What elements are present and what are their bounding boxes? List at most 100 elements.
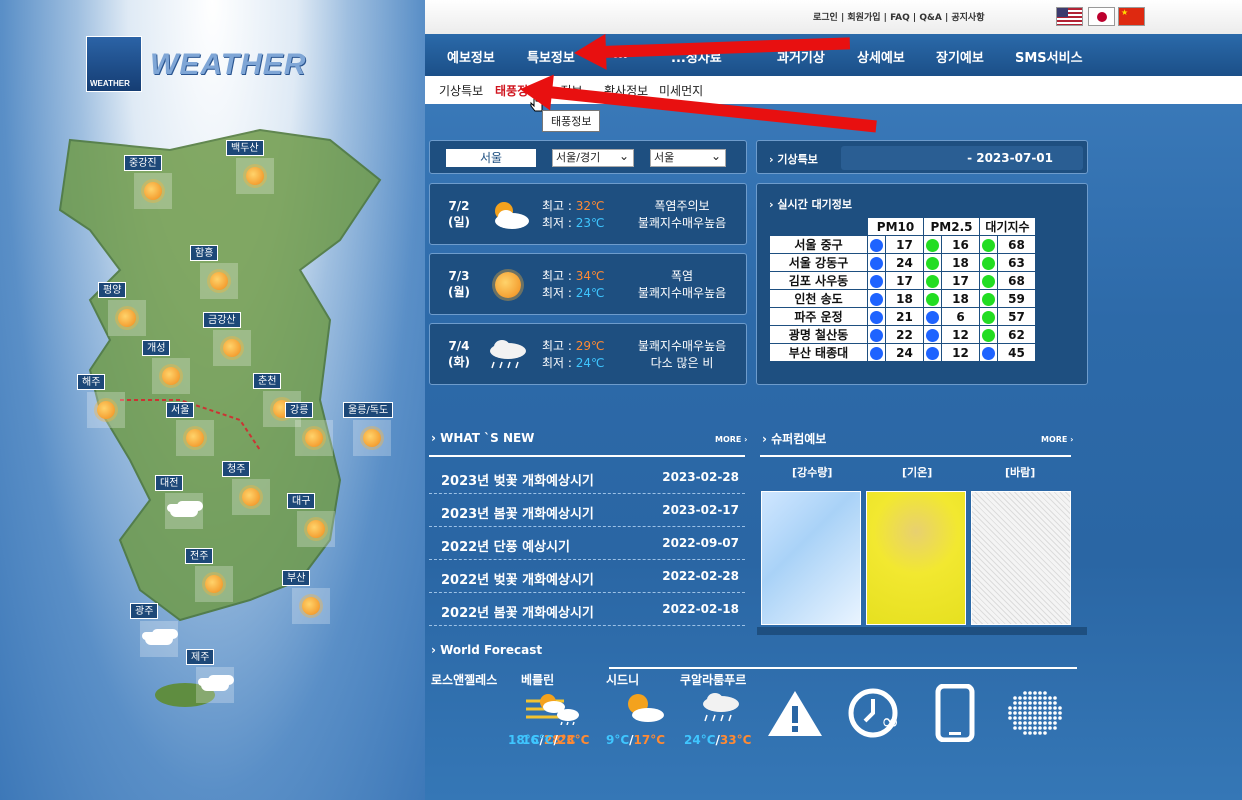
city-select[interactable]: 서울	[650, 148, 726, 167]
city-marker[interactable]: 제주	[186, 649, 244, 707]
city-marker[interactable]: 광주	[130, 603, 188, 661]
menu-detail-forecast[interactable]: 상세예보	[857, 47, 905, 66]
news-date: 2023-02-28	[662, 470, 739, 484]
forecast-low-value: 23℃	[575, 216, 605, 230]
menu-forecast[interactable]: 예보정보	[447, 47, 495, 66]
site-logo[interactable]: WEATHER WEATHER	[86, 36, 306, 94]
menu-sms[interactable]: SMS서비스	[1015, 47, 1083, 66]
forecast-note-1: 폭염	[670, 269, 694, 283]
cloud-icon	[145, 633, 173, 645]
super-more-link[interactable]: MORE ›	[1041, 435, 1073, 444]
mobile-phone-icon[interactable]	[925, 683, 985, 743]
forecast-low-label: 최저 :	[542, 286, 576, 300]
air-level-dot-cell	[923, 271, 942, 290]
city-marker[interactable]: 백두산	[226, 140, 284, 198]
warning-label-text: 기상특보	[777, 153, 818, 166]
city-marker[interactable]: 해주	[77, 374, 135, 432]
city-marker[interactable]: 금강산	[203, 312, 261, 370]
utility-links[interactable]: 로그인 | 회원가입 | FAQ | Q&A | 공지사항	[813, 10, 985, 23]
air-level-dot	[982, 310, 995, 324]
wind-map-thumbnail[interactable]	[971, 491, 1071, 625]
top-bar: 로그인 | 회원가입 | FAQ | Q&A | 공지사항 ★	[425, 0, 1242, 34]
submenu-fine-dust[interactable]: 미세먼지	[659, 82, 703, 99]
menu-long-range[interactable]: 장기예보	[936, 47, 984, 66]
air-row[interactable]: 파주 운정 21 6 57	[769, 307, 1036, 326]
partly-cloudy-icon	[484, 198, 532, 232]
city-marker[interactable]: 부산	[282, 570, 340, 628]
air-value: 24	[885, 343, 924, 362]
city-marker[interactable]: 개성	[142, 340, 200, 398]
world-city-name[interactable]: 로스앤젤레스	[431, 671, 497, 688]
city-label: 대구	[287, 493, 316, 509]
forecast-date: 7/3 (월)	[442, 268, 476, 300]
submenu-weather-warning[interactable]: 기상특보	[439, 82, 483, 99]
logo-box: WEATHER	[86, 36, 142, 92]
city-weather	[152, 358, 190, 394]
air-level-dot	[982, 256, 995, 270]
city-marker[interactable]: 중강진	[124, 155, 182, 213]
news-title[interactable]: 2022년 벚꽃 개화예상시기	[441, 569, 594, 588]
air-station-name: 서울 중구	[769, 235, 868, 254]
temp-map-thumbnail[interactable]	[866, 491, 966, 625]
japan-flag-icon[interactable]	[1088, 7, 1115, 26]
air-row[interactable]: 서울 강동구 24 18 63	[769, 253, 1036, 272]
air-value: 68	[997, 235, 1036, 254]
news-item[interactable]: 2022년 봄꽃 개화예상시기 2022-02-18	[429, 593, 745, 626]
world-temp-low: 9°C	[606, 733, 630, 747]
precip-map-thumbnail[interactable]	[761, 491, 861, 625]
news-more-link[interactable]: MORE ›	[715, 435, 747, 444]
world-city-name[interactable]: 베를린	[521, 671, 554, 688]
news-title[interactable]: 2022년 단풍 예상시기	[441, 536, 570, 555]
news-title[interactable]: 2022년 봄꽃 개화예상시기	[441, 602, 594, 621]
menu-warning[interactable]: 특보정보	[527, 47, 575, 66]
us-flag-icon[interactable]	[1056, 7, 1083, 26]
city-marker[interactable]: 평양	[98, 282, 156, 340]
air-row[interactable]: 서울 중구 17 16 68	[769, 235, 1036, 254]
sun-icon	[186, 429, 204, 447]
world-city-name[interactable]: 시드니	[606, 671, 639, 688]
city-marker[interactable]: 전주	[185, 548, 243, 606]
region-select[interactable]: 서울/경기	[552, 148, 634, 167]
air-level-dot	[926, 328, 939, 342]
forecast-notes: 폭염주의보 불쾌지수매우높음	[622, 198, 742, 232]
air-row[interactable]: 인천 송도 18 18 59	[769, 289, 1036, 308]
air-station-name: 인천 송도	[769, 289, 868, 308]
dot-globe-icon[interactable]	[1005, 683, 1065, 743]
city-marker[interactable]: 대전	[155, 475, 213, 533]
forecast-dow-text: (일)	[447, 215, 470, 229]
air-level-dot	[926, 238, 939, 252]
warning-date[interactable]: - 2023-07-01	[841, 146, 1083, 170]
cloud-icon	[170, 505, 198, 517]
forecast-day-card[interactable]: 7/3 (월) 최고 : 34℃ 최저 : 24℃ 폭염 불쾌지수매우높음	[429, 253, 747, 315]
current-location[interactable]: 서울	[446, 149, 536, 167]
city-label: 울릉/독도	[343, 402, 394, 418]
city-marker[interactable]: 함흥	[190, 245, 248, 303]
air-level-dot	[926, 256, 939, 270]
city-marker[interactable]: 서울	[166, 402, 224, 460]
news-title[interactable]: 2023년 벚꽃 개화예상시기	[441, 470, 594, 489]
china-flag-icon[interactable]: ★	[1118, 7, 1145, 26]
city-marker[interactable]: 청주	[222, 461, 280, 519]
news-item[interactable]: 2022년 벚꽃 개화예상시기 2022-02-28	[429, 560, 745, 593]
forecast-note-1: 폭염주의보	[654, 199, 710, 213]
air-row[interactable]: 광명 철산동 22 12 62	[769, 325, 1036, 344]
city-marker[interactable]: 대구	[287, 493, 345, 551]
air-station-name: 부산 태종대	[769, 343, 868, 362]
air-row[interactable]: 부산 태종대 24 12 45	[769, 343, 1036, 362]
air-level-dot-cell	[867, 325, 886, 344]
city-label: 광주	[130, 603, 159, 619]
clock-infinity-icon[interactable]: ∞	[845, 683, 905, 743]
warning-triangle-icon[interactable]	[765, 683, 825, 743]
sun-icon	[144, 182, 162, 200]
news-item[interactable]: 2023년 벚꽃 개화예상시기 2023-02-28	[429, 461, 745, 494]
world-city-name[interactable]: 쿠알라룸푸르	[680, 671, 746, 688]
forecast-day-card[interactable]: 7/4 (화) 최고 : 29℃ 최저 : 24℃ 불쾌지수매우높음 다소 많은 비	[429, 323, 747, 385]
news-item[interactable]: 2022년 단풍 예상시기 2022-09-07	[429, 527, 745, 560]
news-title[interactable]: 2023년 봄꽃 개화예상시기	[441, 503, 594, 522]
city-marker[interactable]: 울릉/독도	[343, 402, 401, 460]
city-marker[interactable]: 강릉	[285, 402, 343, 460]
forecast-day-card[interactable]: 7/2 (일) 최고 : 32℃ 최저 : 23℃ 폭염주의보 불쾌지수매우높음	[429, 183, 747, 245]
forecast-high-value: 32℃	[575, 199, 605, 213]
air-row[interactable]: 김포 사우동 17 17 68	[769, 271, 1036, 290]
news-item[interactable]: 2023년 봄꽃 개화예상시기 2023-02-17	[429, 494, 745, 527]
